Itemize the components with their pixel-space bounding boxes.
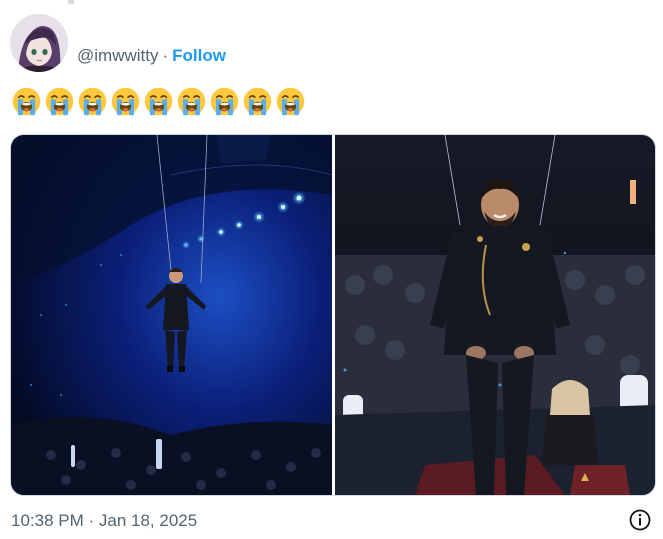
performer-flying-image <box>11 135 332 495</box>
follow-button[interactable]: Follow <box>172 46 226 65</box>
loudly-crying-face-icon <box>276 87 305 116</box>
tweet-text <box>11 86 306 120</box>
header-separator: · <box>162 46 169 65</box>
loudly-crying-face-icon <box>111 87 140 116</box>
info-icon[interactable] <box>628 508 652 532</box>
media-photo-left[interactable] <box>11 135 332 495</box>
loudly-crying-face-icon <box>78 87 107 116</box>
loudly-crying-face-icon <box>144 87 173 116</box>
loudly-crying-face-icon <box>45 87 74 116</box>
thread-line <box>68 0 74 4</box>
loudly-crying-face-icon <box>177 87 206 116</box>
user-handle[interactable]: @imwwitty <box>77 46 158 65</box>
tweet-header: @imwwitty · Follow <box>77 46 226 66</box>
loudly-crying-face-icon <box>210 87 239 116</box>
performer-closeup-image <box>335 135 655 495</box>
loudly-crying-face-icon <box>12 87 41 116</box>
avatar[interactable] <box>10 14 68 72</box>
loudly-crying-face-icon <box>243 87 272 116</box>
media-grid <box>10 134 656 496</box>
avatar-image <box>10 14 68 72</box>
media-photo-right[interactable] <box>335 135 655 495</box>
tweet-timestamp[interactable]: 10:38 PM · Jan 18, 2025 <box>11 510 197 532</box>
